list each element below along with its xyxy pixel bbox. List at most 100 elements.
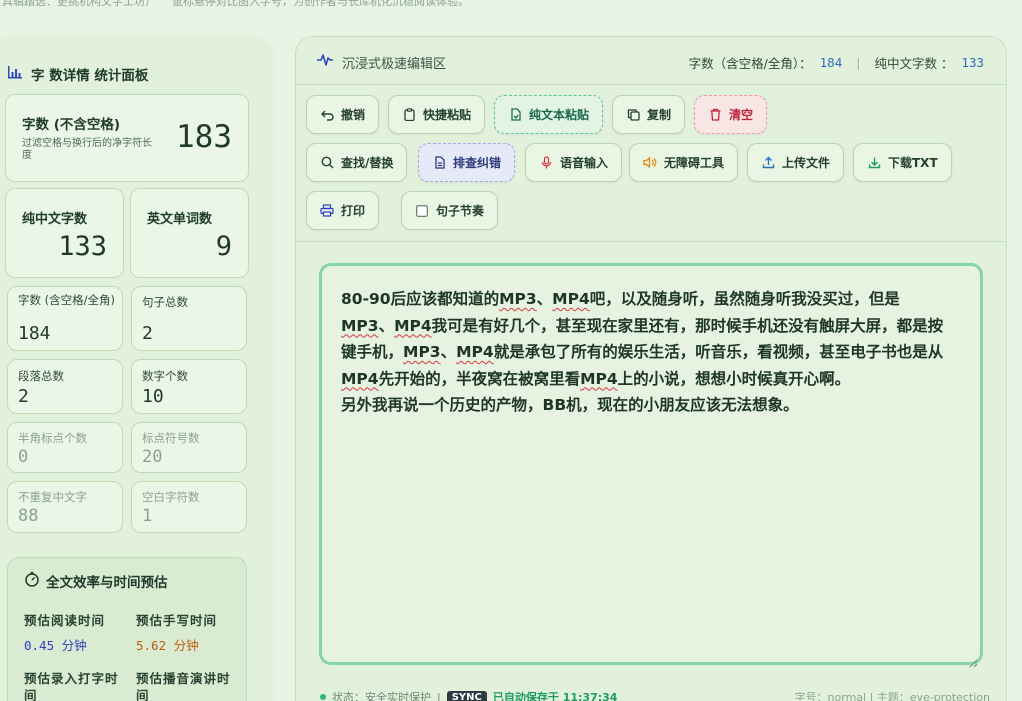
stat-card-main: 字数 (不含空格) 过滤空格与换行后的净字符长度 183 [5, 94, 249, 182]
editor-header-stats: 字数（含空格/全角）： 184 | 纯中文字数 ： 133 [689, 53, 984, 72]
search-icon [320, 156, 334, 170]
plain-paste-label: 纯文本粘贴 [529, 108, 590, 122]
stat-main-desc: 过滤空格与换行后的净字符长度 [22, 138, 152, 161]
stopwatch-icon [24, 571, 40, 591]
stat-value: 1 [142, 506, 153, 526]
editor-line-text: MP3、MP4我可是有好几个，甚至现在家里还有，那时候手机还没有触屏大屏，都是按 [341, 316, 944, 335]
speaker-icon [643, 156, 657, 170]
stat-value: 2 [142, 323, 153, 344]
stat-value: 88 [18, 506, 39, 526]
read-time-label: 预估阅读时间 [24, 613, 106, 628]
cn-value: 133 [961, 55, 984, 70]
accessibility-button[interactable]: 无障碍工具 [629, 143, 739, 182]
cn-label: 纯中文字数 ： [874, 56, 954, 71]
undo-button[interactable]: 撤销 [306, 95, 380, 134]
printer-icon [320, 204, 334, 218]
status-bar: 状态：安全实时保护 | SYNC 已自动保存于 11:37:34 字号：norm… [320, 689, 990, 701]
undo-label: 撤销 [341, 108, 366, 122]
download-txt-label: 下载TXT [888, 156, 938, 170]
checkbox-icon[interactable] [415, 204, 429, 218]
toolbar-divider [296, 241, 1006, 242]
voice-input-label: 语音输入 [560, 156, 609, 170]
editor-line: 键手机，MP3、MP4就是承包了所有的娱乐生活，听音乐，看视频，甚至电子书也是从 [341, 339, 961, 366]
proofread-button[interactable]: 排查纠错 [418, 143, 516, 182]
autosave-status: 已自动保存于 11:37:34 [492, 691, 618, 701]
editor-title: 沉浸式极速编辑区 [342, 57, 447, 72]
sentence-rhythm-label: 句子节奏 [436, 204, 485, 218]
write-time-value: 5.62 分钟 [136, 638, 199, 653]
stat-en-value: 9 [215, 231, 232, 262]
stat-card-cn-chars: 纯中文字数 133 [5, 188, 124, 278]
stat-label: 字数 (含空格/全角) [18, 293, 116, 307]
resize-handle-icon[interactable] [968, 650, 978, 668]
stat-value: 10 [142, 386, 164, 407]
copy-button[interactable]: 复制 [612, 95, 686, 134]
editor-line: 另外我再说一个历史的产物，BB机，现在的小朋友应该无法想象。 [341, 392, 961, 419]
find-replace-label: 查找/替换 [341, 156, 394, 170]
editor-header: 沉浸式极速编辑区 字数（含空格/全角）： 184 | 纯中文字数 ： 133 [296, 37, 1006, 85]
stat-label: 空白字符数 [142, 490, 200, 504]
stat-main-label: 字数 (不含空格) [22, 117, 121, 133]
stat-card-sentences: 句子总数 2 [131, 286, 247, 351]
top-hint-left: 具辑踏选：更挑机构文字工坊） [2, 0, 156, 8]
pulse-icon [316, 52, 334, 72]
stat-value: 184 [18, 323, 51, 344]
clipboard-icon [402, 108, 416, 122]
quick-paste-button[interactable]: 快捷粘贴 [388, 95, 486, 134]
stat-card-en-words: 英文单词数 9 [130, 188, 249, 278]
divider: | [856, 55, 861, 70]
stat-card-chars-with-spaces: 字数 (含空格/全角) 184 [7, 286, 123, 351]
stats-panel-title: 字 数详情 统计面板 [7, 64, 148, 84]
upload-file-button[interactable]: 上传文件 [747, 143, 845, 182]
stat-card-punct: 标点符号数 20 [131, 422, 247, 473]
stat-en-label: 英文单词数 [147, 212, 213, 227]
status-dot-icon [320, 694, 326, 700]
status-state: 状态：安全实时保护 [332, 691, 431, 701]
chars-value: 184 [819, 55, 843, 70]
write-time-label: 预估手写时间 [136, 613, 218, 628]
editor-line-text: 键手机，MP3、MP4就是承包了所有的娱乐生活，听音乐，看视频，甚至电子书也是从 [341, 343, 944, 361]
stat-label: 标点符号数 [142, 431, 200, 445]
microphone-icon [539, 156, 553, 170]
stat-label: 不重复中文字 [18, 490, 87, 504]
copy-icon [626, 108, 640, 122]
clear-label: 清空 [729, 108, 754, 122]
print-label: 打印 [341, 204, 366, 218]
sentence-rhythm-toggle[interactable]: 句子节奏 [401, 191, 499, 230]
editor-line-text: MP4先开始的，半夜窝在被窝里看MP4上的小说，想想小时候真开心啊。 [341, 369, 851, 388]
stat-value: 20 [142, 447, 163, 467]
download-icon [867, 156, 881, 170]
plain-paste-button[interactable]: 纯文本粘贴 [494, 95, 604, 134]
clear-button[interactable]: 清空 [694, 95, 768, 134]
stat-value: 2 [18, 386, 29, 407]
stat-card-unique-cn: 不重复中文字 88 [7, 481, 123, 533]
speech-time-label: 预估播音演讲时间 [136, 671, 231, 701]
voice-input-button[interactable]: 语音输入 [525, 143, 623, 182]
sync-badge: SYNC [446, 690, 487, 701]
text-editor[interactable]: 80-90后应该都知道的MP3、MP4吧，以及随身听，虽然随身听我没买过，但是 … [319, 263, 983, 668]
stat-label: 半角标点个数 [18, 431, 87, 445]
bar-chart-icon [7, 64, 23, 84]
stat-card-paragraphs: 段落总数 2 [7, 359, 123, 414]
efficiency-title-text: 全文效率与时间预估 [46, 575, 168, 591]
editor-line-text: 80-90后应该都知道的MP3、MP4吧，以及随身听，虽然随身听我没买过，但是 [341, 290, 900, 308]
stats-panel-title-text: 字 数详情 统计面板 [31, 68, 149, 84]
stat-label: 句子总数 [142, 295, 188, 309]
editor-panel: 沉浸式极速编辑区 字数（含空格/全角）： 184 | 纯中文字数 ： 133 撤… [295, 36, 1007, 701]
download-txt-button[interactable]: 下载TXT [853, 143, 952, 182]
type-time-label: 预估录入打字时间 [24, 671, 119, 701]
file-check-icon [432, 156, 446, 170]
editor-line: MP4先开始的，半夜窝在被窝里看MP4上的小说，想想小时候真开心啊。 [341, 366, 961, 393]
find-replace-button[interactable]: 查找/替换 [306, 143, 408, 182]
undo-icon [320, 108, 334, 122]
stat-value: 0 [18, 447, 29, 467]
editor-line: MP3、MP4我可是有好几个，甚至现在家里还有，那时候手机还没有触屏大屏，都是按 [341, 313, 961, 340]
stat-card-whitespace: 空白字符数 1 [131, 481, 247, 533]
efficiency-panel: 全文效率与时间预估 预估阅读时间 0.45 分钟 预估手写时间 5.62 分钟 … [7, 557, 247, 701]
copy-label: 复制 [647, 108, 672, 122]
stat-card-digits: 数字个数 10 [131, 359, 247, 414]
accessibility-label: 无障碍工具 [664, 156, 725, 170]
read-time-value: 0.45 分钟 [24, 638, 87, 653]
stat-main-value: 183 [176, 119, 232, 155]
print-button[interactable]: 打印 [306, 191, 380, 230]
